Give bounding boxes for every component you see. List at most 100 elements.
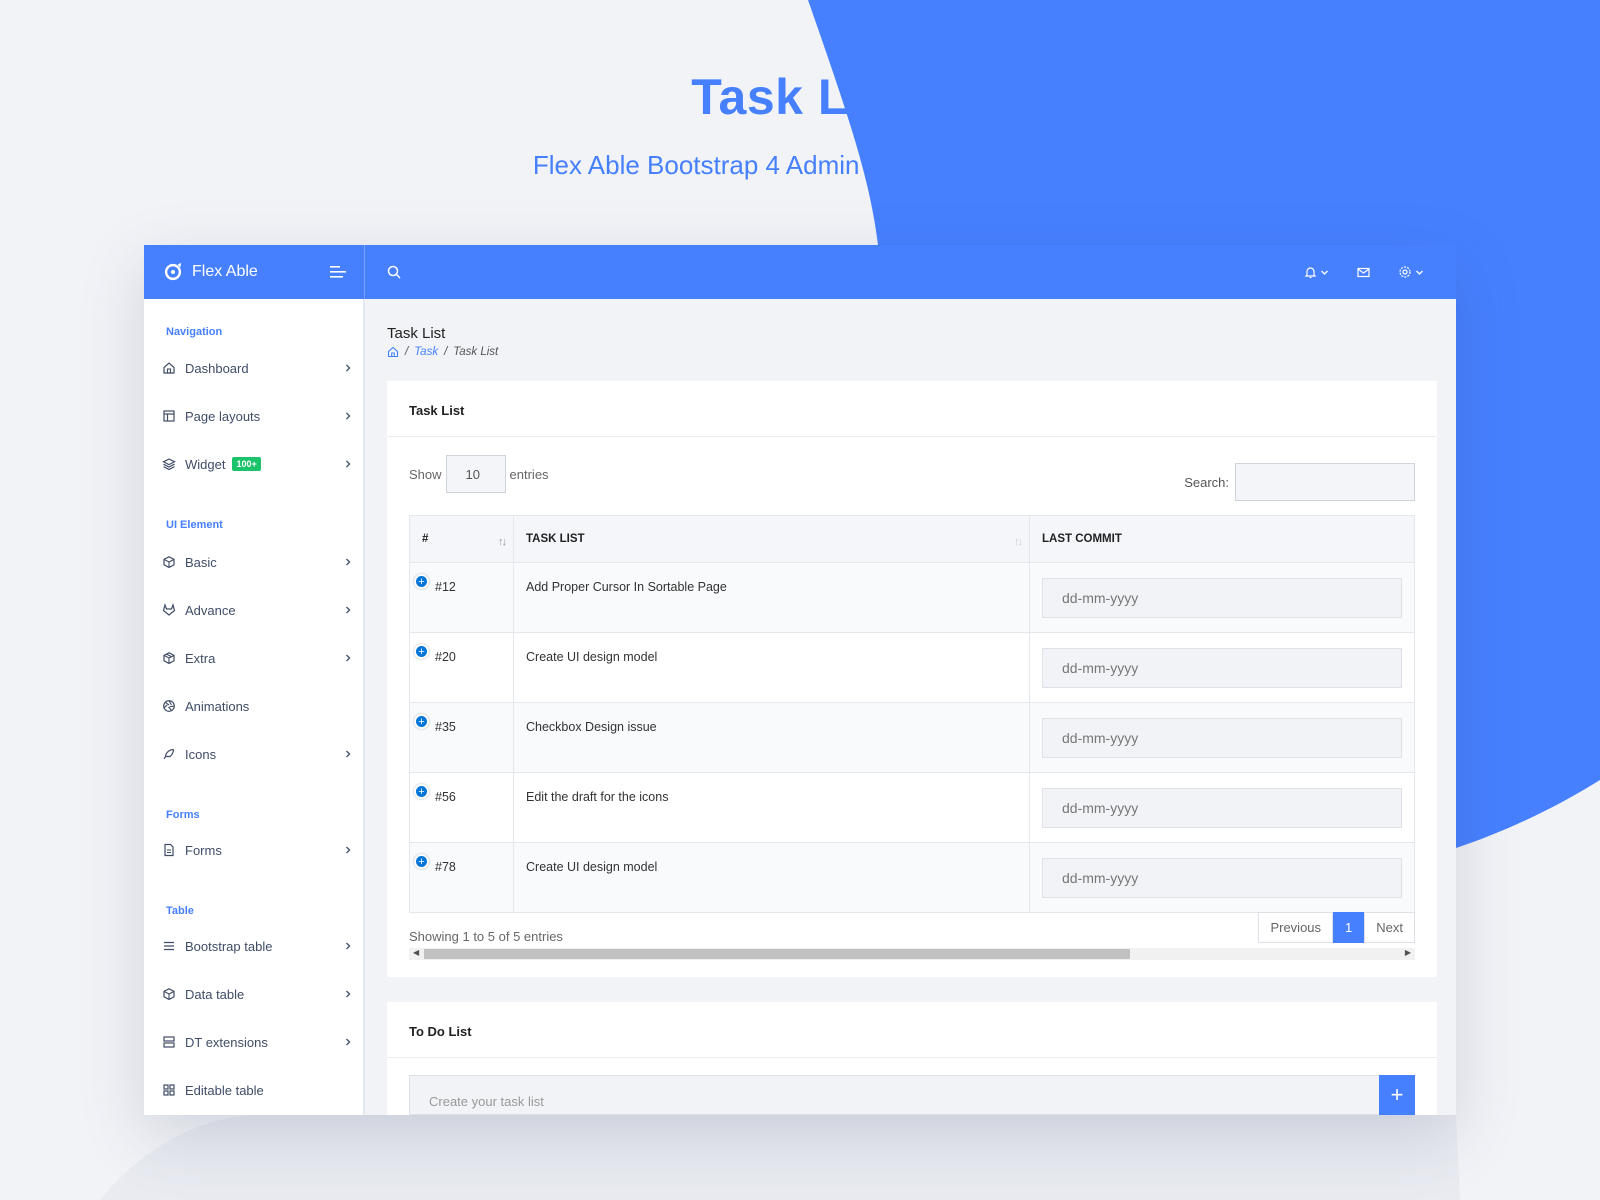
cell-task: Add Proper Cursor In Sortable Page	[513, 562, 1030, 633]
chevron-right-icon	[346, 750, 351, 758]
cell-id: + #78	[409, 842, 514, 913]
chevron-right-icon	[346, 558, 351, 566]
column-header-label: #	[422, 533, 429, 545]
search-icon[interactable]	[387, 265, 401, 279]
expand-row-icon[interactable]: +	[414, 574, 429, 589]
task-id: #35	[435, 720, 456, 734]
page-length-select[interactable]: 10	[445, 455, 506, 493]
topbar: Flex Able	[144, 245, 1456, 299]
server-icon	[163, 1036, 175, 1048]
menu-icon	[164, 941, 174, 951]
nav-caption-forms: Forms	[166, 809, 200, 821]
sidebar-item-animations[interactable]: Animations	[162, 694, 352, 718]
entries-label: entries	[509, 466, 549, 482]
todo-input[interactable]: Create your task list	[409, 1075, 1415, 1115]
breadcrumb-task-link[interactable]: Task	[414, 346, 438, 358]
sidebar-item-extra[interactable]: Extra	[162, 646, 352, 670]
feather-icon	[163, 748, 175, 760]
notifications-dropdown[interactable]	[1304, 266, 1329, 279]
sidebar-item-widget[interactable]: Widget 100+	[162, 452, 352, 476]
date-input[interactable]: dd-mm-yyyy	[1042, 578, 1402, 618]
sidebar: Navigation Dashboard Page layouts Widget…	[144, 299, 365, 1115]
mail-icon	[1357, 267, 1370, 277]
app-window: Flex Able Navigation Dashboard Page layo…	[144, 245, 1456, 1115]
chevron-right-icon	[346, 942, 351, 950]
expand-row-icon[interactable]: +	[414, 854, 429, 869]
page-title: Task List	[387, 325, 446, 342]
pagination: Previous 1 Next	[1258, 912, 1415, 943]
file-text-icon	[164, 843, 174, 857]
sidebar-item-basic[interactable]: Basic	[162, 550, 352, 574]
task-table: # ↑↓ TASK LIST ↑↓ LAST COMMIT + #12 Add Pro…	[409, 515, 1415, 913]
scrollbar-thumb[interactable]	[424, 949, 1130, 959]
expand-row-icon[interactable]: +	[414, 784, 429, 799]
sidebar-item-editable-table[interactable]: Editable table	[162, 1078, 352, 1102]
date-input[interactable]: dd-mm-yyyy	[1042, 858, 1402, 898]
sidebar-item-page-layouts[interactable]: Page layouts	[162, 404, 352, 428]
sidebar-item-advance[interactable]: Advance	[162, 598, 352, 622]
box-icon	[163, 988, 175, 1001]
add-task-button[interactable]: +	[1379, 1075, 1415, 1115]
previous-button[interactable]: Previous	[1258, 912, 1334, 943]
task-id: #20	[435, 650, 456, 664]
cell-commit: dd-mm-yyyy	[1029, 632, 1415, 703]
page-1-button[interactable]: 1	[1333, 912, 1365, 943]
horizontal-scrollbar[interactable]: ◀ ▶	[409, 948, 1415, 960]
column-header-task[interactable]: TASK LIST ↑↓	[513, 515, 1030, 563]
table-row: + #56 Edit the draft for the icons dd-mm-…	[409, 772, 1415, 843]
scroll-left-icon[interactable]: ◀	[413, 948, 419, 957]
sidebar-item-label: Page layouts	[185, 408, 261, 424]
sidebar-item-forms[interactable]: Forms	[162, 838, 352, 862]
sidebar-item-dt-extensions[interactable]: DT extensions	[162, 1030, 352, 1054]
date-input[interactable]: dd-mm-yyyy	[1042, 648, 1402, 688]
topbar-actions	[1304, 265, 1424, 279]
nav-caption-ui-element: UI Element	[166, 519, 223, 531]
task-list-card: Task List Show 10 entries Search: # ↑↓ TA…	[387, 381, 1437, 977]
breadcrumb-current: Task List	[453, 346, 499, 358]
date-input[interactable]: dd-mm-yyyy	[1042, 718, 1402, 758]
scroll-right-icon[interactable]: ▶	[1405, 948, 1411, 957]
search-input[interactable]	[1235, 463, 1415, 501]
column-header-id[interactable]: # ↑↓	[409, 515, 514, 563]
chevron-right-icon	[346, 654, 351, 662]
page-length-control: Show 10 entries	[409, 455, 549, 493]
layout-icon	[163, 410, 175, 422]
brand-name: Flex Able	[192, 263, 258, 280]
sidebar-item-data-table[interactable]: Data table	[162, 982, 352, 1006]
breadcrumb: / Task / Task List	[387, 346, 498, 358]
sidebar-item-dashboard[interactable]: Dashboard	[162, 356, 352, 380]
table-row: + #20 Create UI design model dd-mm-yyyy	[409, 632, 1415, 703]
todo-list-card: To Do List Create your task list +	[387, 1002, 1437, 1115]
card-title: To Do List	[387, 1002, 1437, 1058]
mail-button[interactable]	[1357, 267, 1370, 278]
table-row: + #35 Checkbox Design issue dd-mm-yyyy	[409, 702, 1415, 773]
chevron-right-icon	[346, 606, 351, 614]
column-header-label: LAST COMMIT	[1042, 533, 1122, 545]
package-icon	[163, 652, 175, 665]
expand-row-icon[interactable]: +	[414, 714, 429, 729]
sidebar-item-bootstrap-table[interactable]: Bootstrap table	[162, 934, 352, 958]
home-icon[interactable]	[387, 346, 399, 358]
date-input[interactable]: dd-mm-yyyy	[1042, 788, 1402, 828]
next-button[interactable]: Next	[1364, 912, 1415, 943]
sidebar-item-label: Advance	[185, 602, 236, 618]
task-id: #78	[435, 860, 456, 874]
cell-commit: dd-mm-yyyy	[1029, 702, 1415, 773]
sort-icon: ↑↓	[498, 536, 507, 548]
expand-row-icon[interactable]: +	[414, 644, 429, 659]
cell-id: + #20	[409, 632, 514, 703]
menu-toggle-icon[interactable]	[330, 265, 346, 279]
sidebar-item-label: Animations	[185, 698, 250, 714]
column-header-last-commit[interactable]: LAST COMMIT	[1029, 515, 1415, 563]
sidebar-item-icons[interactable]: Icons	[162, 742, 352, 766]
cell-commit: dd-mm-yyyy	[1029, 842, 1415, 913]
settings-dropdown[interactable]	[1398, 265, 1424, 279]
cell-commit: dd-mm-yyyy	[1029, 772, 1415, 843]
home-icon	[163, 362, 175, 374]
widget-badge: 100+	[232, 457, 261, 471]
nav-caption-table: Table	[166, 905, 194, 917]
promo-subtitle: Flex Able Bootstrap 4 Admin Template & U…	[532, 150, 1068, 180]
brand[interactable]: Flex Able	[144, 245, 365, 299]
chevron-right-icon	[346, 460, 351, 468]
table-info: Showing 1 to 5 of 5 entries	[409, 929, 563, 944]
